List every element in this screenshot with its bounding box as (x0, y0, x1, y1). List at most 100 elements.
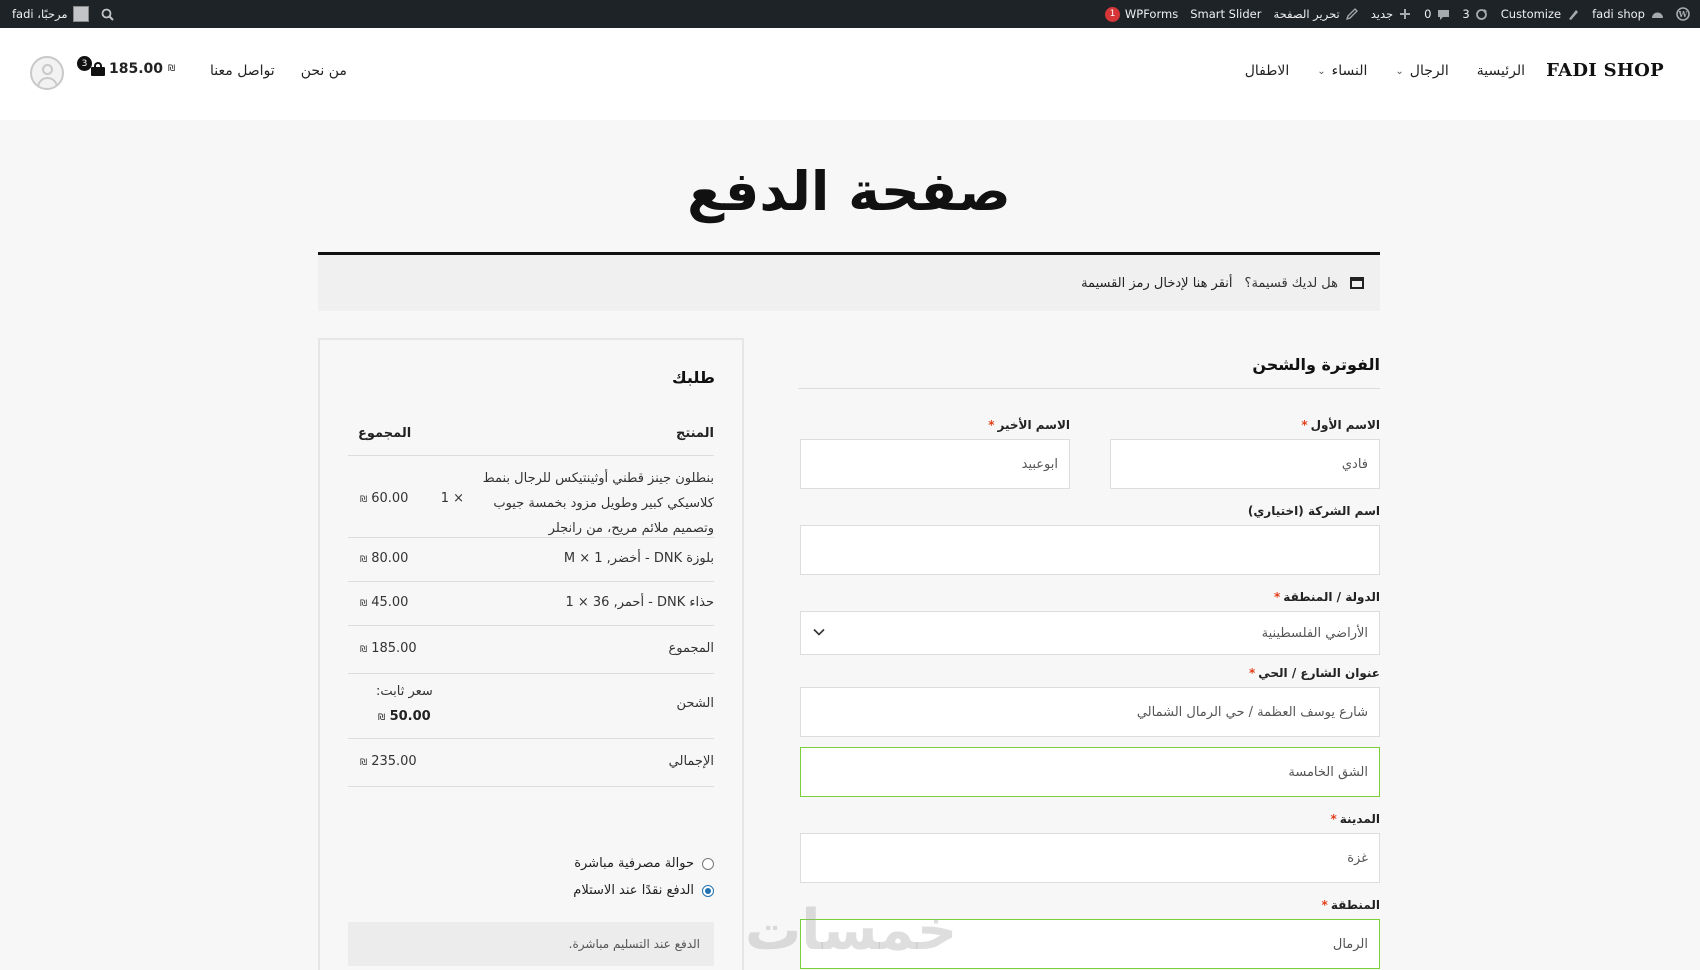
order-item-qty: × 1 (440, 491, 464, 506)
admin-bar: W fadi shop Customize 3 0 جديد تحرير الص… (0, 0, 1700, 28)
admin-avatar (72, 6, 89, 22)
subtotal-label: المجموع (668, 641, 714, 656)
nav-item-about[interactable]: من نحن (301, 63, 347, 79)
shipping-row: الشحن سعر ثابت: 50.00 ₪ (348, 674, 714, 739)
subtotal-amount: 185.00 (371, 641, 417, 656)
currency-symbol: ₪ (360, 599, 368, 609)
street-address-2-field[interactable]: الشق الخامسة (800, 747, 1380, 797)
column-total: المجموع (358, 426, 412, 441)
search-icon (101, 7, 115, 21)
column-product: المنتج (675, 426, 714, 441)
customize-link[interactable]: Customize (1495, 7, 1586, 21)
payment-description: الدفع عند التسليم مباشرة. (348, 922, 714, 966)
smart-slider-link[interactable]: Smart Slider (1184, 7, 1267, 21)
order-item-total: 80.00 ₪ (358, 551, 408, 566)
admin-bar-left: مرحبًا، fadi (6, 0, 121, 28)
chevron-down-icon: ⌄ (1317, 65, 1326, 77)
item-total-value: 45.00 (371, 595, 409, 610)
payment-option-label: حوالة مصرفية مباشرة (574, 856, 694, 871)
shipping-label: الشحن (676, 696, 714, 711)
comment-icon (1436, 7, 1450, 21)
item-name-line: بنطلون جينز قطني أوثينتيكس للرجال بنمط (482, 471, 714, 486)
comments-link[interactable]: 0 (1418, 7, 1456, 21)
payment-radio[interactable] (702, 884, 714, 897)
company-field[interactable] (800, 525, 1380, 575)
svg-text:W: W (1678, 9, 1689, 19)
order-item-name: بلوزة DNK - أخضر, M × 1 (564, 551, 714, 566)
cart-count-badge: 3 (77, 56, 92, 71)
payment-radio[interactable] (702, 857, 714, 870)
nav-item-label: الرجال (1409, 63, 1449, 79)
region-label-text: المنطقة (1330, 898, 1380, 912)
order-item-qty: × 1 (565, 595, 589, 610)
country-label: الدولة / المنطقة* (1274, 590, 1380, 604)
payment-option-cod[interactable]: الدفع نقدًا عند الاستلام (348, 883, 714, 898)
nav-item-kids[interactable]: الاطفال (1245, 63, 1290, 79)
smart-slider-label: Smart Slider (1190, 7, 1262, 21)
greeting-label: مرحبًا، fadi (12, 7, 68, 21)
last-name-field[interactable]: ابوعبيد (800, 439, 1070, 489)
dashboard-icon (1650, 7, 1664, 21)
site-name-label: fadi shop (1592, 7, 1645, 21)
billing-heading: الفوترة والشحن (798, 355, 1380, 389)
nav-item-home[interactable]: الرئيسية (1477, 63, 1525, 79)
site-logo[interactable]: FADI SHOP (1546, 60, 1664, 81)
wpforms-link[interactable]: WPForms 1 (1099, 6, 1184, 22)
country-select[interactable]: الأراضي الفلسطينية (800, 611, 1380, 655)
plus-icon (1398, 7, 1412, 21)
shipping-method: سعر ثابت: (376, 684, 433, 699)
subtotal-value: 185.00 ₪ (358, 641, 417, 656)
edit-page-label: تحرير الصفحة (1273, 7, 1340, 21)
new-content-label: جديد (1370, 7, 1394, 21)
nav-item-men[interactable]: الرجال ⌄ (1395, 63, 1448, 79)
comments-count: 0 (1424, 7, 1432, 21)
city-label: المدينة* (1330, 812, 1380, 826)
wordpress-icon: W (1676, 7, 1690, 21)
shipping-cost: 50.00 ₪ (376, 709, 431, 724)
site-name-link[interactable]: fadi shop (1586, 7, 1670, 21)
total-value: 235.00 ₪ (358, 754, 417, 769)
required-mark: * (1321, 898, 1328, 912)
first-name-field[interactable]: فادي (1110, 439, 1380, 489)
city-field[interactable]: غزة (800, 833, 1380, 883)
required-mark: * (1301, 418, 1308, 432)
country-value: الأراضي الفلسطينية (1261, 625, 1368, 641)
currency-symbol: ₪ (378, 713, 386, 723)
company-label: اسم الشركة (اختياري) (1247, 504, 1380, 518)
first-name-label-text: الاسم الأول (1310, 418, 1380, 432)
subtotal-row: المجموع 185.00 ₪ (348, 626, 714, 674)
street-address-field[interactable]: شارع يوسف العظمة / حي الرمال الشمالي (800, 687, 1380, 737)
admin-bar-right: W fadi shop Customize 3 0 جديد تحرير الص… (1099, 0, 1696, 28)
new-content-link[interactable]: جديد (1365, 7, 1418, 21)
edit-page-link[interactable]: تحرير الصفحة (1267, 7, 1364, 21)
cart-button[interactable]: 185.00 ₪ (90, 61, 175, 77)
user-avatar[interactable] (30, 56, 64, 90)
payment-option-label: الدفع نقدًا عند الاستلام (573, 883, 694, 898)
wpforms-notification-badge: 1 (1104, 6, 1120, 22)
city-label-text: المدينة (1339, 812, 1380, 826)
item-name-line: كلاسيكي كبير وطويل مزود بخمسة جيوب (493, 496, 714, 511)
brush-icon (1566, 7, 1580, 21)
nav-item-contact[interactable]: تواصل معنا (210, 63, 275, 79)
total-row: الإجمالي 235.00 ₪ (348, 739, 714, 787)
shipping-amount: 50.00 (389, 709, 431, 724)
order-table: المنتج المجموع بنطلون جينز قطني أوثينتيك… (348, 410, 714, 787)
street-label: عنوان الشارع / الحي* (1249, 666, 1380, 680)
nav-item-women[interactable]: النساء ⌄ (1317, 63, 1367, 79)
wordpress-logo-button[interactable]: W (1670, 7, 1696, 21)
admin-search-button[interactable] (95, 7, 121, 21)
order-item-row: بلوزة DNK - أخضر, M × 1 80.00 ₪ (348, 538, 714, 582)
watermark-logo: خمسات (745, 898, 958, 963)
main-navigation: الرئيسية الرجال ⌄ النساء ⌄ الاطفال (1245, 63, 1525, 79)
customize-label: Customize (1500, 7, 1562, 21)
coupon-link[interactable]: أنقر هنا لإدخال رمز القسيمة (1081, 276, 1232, 291)
payment-option-bank-transfer[interactable]: حوالة مصرفية مباشرة (348, 856, 714, 871)
first-name-label: الاسم الأول* (1301, 418, 1380, 432)
required-mark: * (988, 418, 995, 432)
my-account-link[interactable]: مرحبًا، fadi (6, 6, 95, 22)
order-item-total: 60.00 ₪ (358, 491, 408, 506)
cart-total: 185.00 (109, 61, 164, 77)
updates-link[interactable]: 3 (1456, 7, 1494, 21)
last-name-label-text: الاسم الأخير (997, 418, 1071, 432)
total-amount: 235.00 (371, 754, 417, 769)
